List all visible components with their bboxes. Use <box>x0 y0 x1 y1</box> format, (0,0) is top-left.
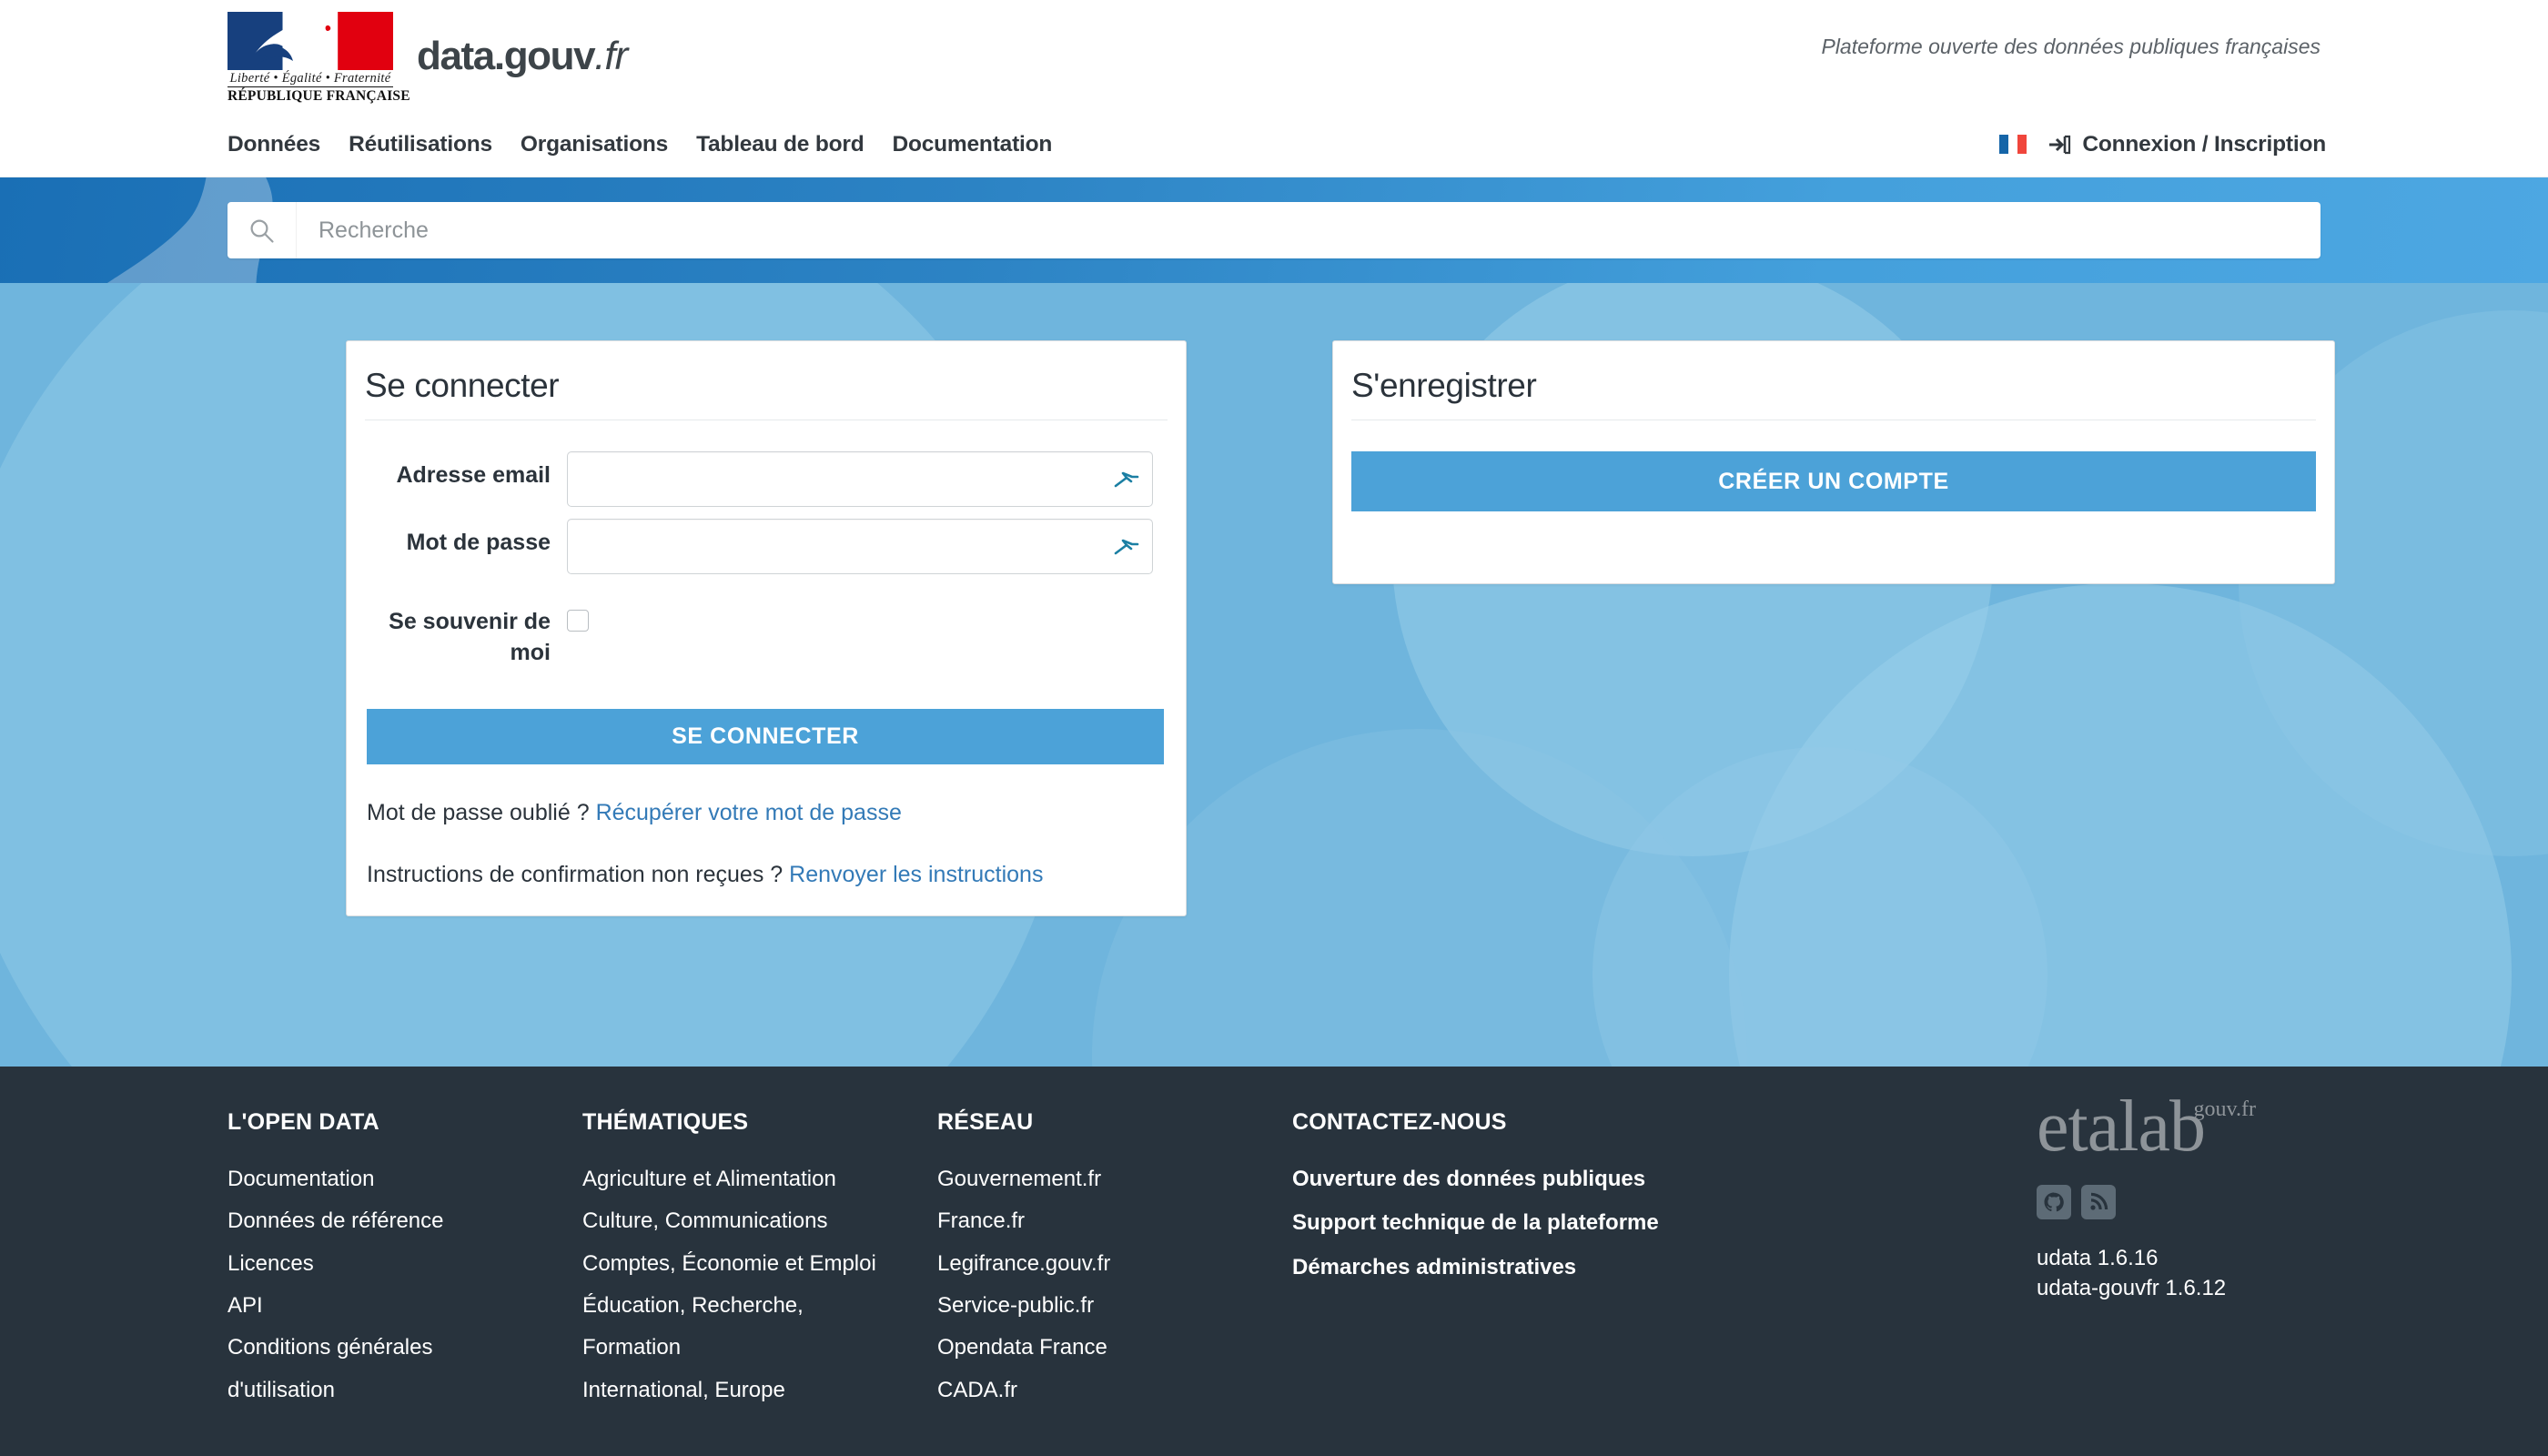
login-card-title: Se connecter <box>365 361 1168 420</box>
footer-link[interactable]: Licences <box>228 1251 582 1277</box>
footer-link[interactable]: Données de référence <box>228 1208 582 1234</box>
footer-list-thematiques: Agriculture et Alimentation Culture, Com… <box>582 1167 937 1403</box>
footer-link[interactable]: CADA.fr <box>937 1378 1292 1403</box>
sign-in-icon <box>2049 135 2071 154</box>
footer-heading-reseau: RÉSEAU <box>937 1109 1034 1135</box>
remember-label: Se souvenir de moi <box>389 609 551 665</box>
footer-heading-open-data: L'OPEN DATA <box>228 1109 379 1135</box>
autofill-key-icon[interactable] <box>1112 470 1139 490</box>
email-field[interactable] <box>567 451 1153 507</box>
autofill-key-icon[interactable] <box>1112 537 1139 557</box>
nav-item-donnees[interactable]: Données <box>228 132 320 157</box>
email-label: Adresse email <box>396 462 551 488</box>
register-card: S'enregistrer CRÉER UN COMPTE <box>1332 340 2335 584</box>
site-tagline: Plateforme ouverte des données publiques… <box>1821 35 2320 58</box>
footer-link[interactable]: Gouvernement.fr <box>937 1167 1292 1192</box>
github-glyph <box>2044 1192 2064 1212</box>
footer-link[interactable]: International, Europe <box>582 1378 937 1403</box>
footer-list-open-data: Documentation Données de référence Licen… <box>228 1167 582 1403</box>
footer-heading-thematiques: THÉMATIQUES <box>582 1109 749 1135</box>
resend-confirmation-link[interactable]: Renvoyer les instructions <box>789 862 1043 887</box>
etalab-logo[interactable]: etalab gouv.fr <box>2037 1090 2256 1163</box>
footer-column-open-data: L'OPEN DATA Documentation Données de réf… <box>228 1109 582 1420</box>
magnifier-glyph <box>250 219 274 243</box>
nav-item-tableau-de-bord[interactable]: Tableau de bord <box>696 132 864 157</box>
remember-row: Se souvenir de moi <box>365 598 1168 668</box>
remember-me-checkbox[interactable] <box>567 610 589 632</box>
password-field[interactable] <box>567 519 1153 574</box>
footer-link[interactable]: API <box>228 1293 582 1319</box>
github-icon[interactable] <box>2037 1185 2071 1219</box>
main-navigation: Données Réutilisations Organisations Tab… <box>0 112 2548 177</box>
search-bar[interactable] <box>228 202 2320 258</box>
login-register-link[interactable]: Connexion / Inscription <box>2048 132 2326 157</box>
footer-heading-contact: CONTACTEZ-NOUS <box>1292 1109 1507 1135</box>
nav-item-organisations[interactable]: Organisations <box>521 132 668 157</box>
footer-link[interactable]: Éducation, Recherche, <box>582 1293 937 1319</box>
footer-link[interactable]: Support technique de la plateforme <box>1292 1210 1720 1236</box>
marianne-logo: Liberté • Égalité • Fraternité RÉPUBLIQU… <box>228 11 410 104</box>
footer-link[interactable]: France.fr <box>937 1208 1292 1234</box>
password-row: Mot de passe <box>365 519 1168 574</box>
logo-motto: Liberté • Égalité • Fraternité <box>229 70 391 86</box>
rss-glyph <box>2090 1192 2108 1210</box>
footer-list-reseau: Gouvernement.fr France.fr Legifrance.gou… <box>937 1167 1292 1403</box>
version-info: udata 1.6.16 udata-gouvfr 1.6.12 <box>2037 1243 2337 1303</box>
main-content: Se connecter Adresse email Mot de passe <box>0 283 2548 1067</box>
wordmark-suffix: .fr <box>594 33 628 78</box>
login-card: Se connecter Adresse email Mot de passe <box>346 340 1187 916</box>
footer-link[interactable]: Formation <box>582 1335 937 1360</box>
login-submit-button[interactable]: SE CONNECTER <box>367 709 1164 764</box>
register-card-title: S'enregistrer <box>1351 361 2316 420</box>
version-udata: udata 1.6.16 <box>2037 1246 2159 1270</box>
footer-link[interactable]: Conditions générales <box>228 1335 582 1360</box>
site-footer: L'OPEN DATA Documentation Données de réf… <box>0 1067 2548 1456</box>
footer-link[interactable]: Ouverture des données publiques <box>1292 1167 1720 1192</box>
footer-column-thematiques: THÉMATIQUES Agriculture et Alimentation … <box>582 1109 937 1420</box>
footer-link[interactable]: Démarches administratives <box>1292 1255 1720 1280</box>
rss-icon[interactable] <box>2081 1185 2116 1219</box>
footer-link[interactable]: Culture, Communications <box>582 1208 937 1234</box>
footer-link[interactable]: Service-public.fr <box>937 1293 1292 1319</box>
version-udata-gouvfr: udata-gouvfr 1.6.12 <box>2037 1276 2227 1301</box>
password-label: Mot de passe <box>406 530 551 555</box>
site-logo[interactable]: Liberté • Égalité • Fraternité RÉPUBLIQU… <box>228 11 628 104</box>
email-row: Adresse email <box>365 451 1168 507</box>
nav-item-reutilisations[interactable]: Réutilisations <box>349 132 492 157</box>
forgot-password-row: Mot de passe oublié ? Récupérer votre mo… <box>367 800 1168 826</box>
footer-column-contact: CONTACTEZ-NOUS Ouverture des données pub… <box>1292 1109 1720 1420</box>
footer-link[interactable]: Documentation <box>228 1167 582 1192</box>
forgot-password-link[interactable]: Récupérer votre mot de passe <box>596 800 902 825</box>
resend-confirmation-row: Instructions de confirmation non reçues … <box>367 862 1168 888</box>
footer-column-reseau: RÉSEAU Gouvernement.fr France.fr Legifra… <box>937 1109 1292 1420</box>
brand-header: Liberté • Égalité • Fraternité RÉPUBLIQU… <box>0 0 2548 112</box>
create-account-button[interactable]: CRÉER UN COMPTE <box>1351 451 2316 511</box>
search-input[interactable] <box>297 217 2320 244</box>
french-flag-icon[interactable] <box>1999 135 2027 154</box>
footer-link[interactable]: Agriculture et Alimentation <box>582 1167 937 1192</box>
logo-republic: RÉPUBLIQUE FRANÇAISE <box>228 86 410 104</box>
wordmark-main: data.gouv <box>417 33 596 78</box>
resend-confirmation-text: Instructions de confirmation non reçues … <box>367 862 784 887</box>
footer-link[interactable]: d'utilisation <box>228 1378 582 1403</box>
login-register-label: Connexion / Inscription <box>2082 131 2326 157</box>
footer-link[interactable]: Comptes, Économie et Emploi <box>582 1251 937 1277</box>
auth-panels: Se connecter Adresse email Mot de passe <box>0 283 2548 916</box>
footer-list-contact: Ouverture des données publiques Support … <box>1292 1167 1720 1280</box>
footer-link[interactable]: Opendata France <box>937 1335 1292 1360</box>
etalab-logo-text: etalab <box>2037 1087 2206 1167</box>
etalab-block: etalab gouv.fr udata 1.6.16 udata-gouvfr … <box>2037 1090 2337 1303</box>
nav-links: Données Réutilisations Organisations Tab… <box>228 132 1052 157</box>
search-icon[interactable] <box>228 202 297 258</box>
nav-right-group: Connexion / Inscription <box>1999 132 2326 157</box>
french-republic-emblem-icon <box>228 11 393 70</box>
footer-link[interactable]: Legifrance.gouv.fr <box>937 1251 1292 1277</box>
etalab-logo-suffix: gouv.fr <box>2193 1097 2256 1121</box>
search-band <box>0 177 2548 283</box>
forgot-password-text: Mot de passe oublié ? <box>367 800 590 825</box>
wordmark[interactable]: data.gouv.fr <box>417 33 628 79</box>
nav-item-documentation[interactable]: Documentation <box>892 132 1052 157</box>
social-links <box>2037 1185 2337 1219</box>
